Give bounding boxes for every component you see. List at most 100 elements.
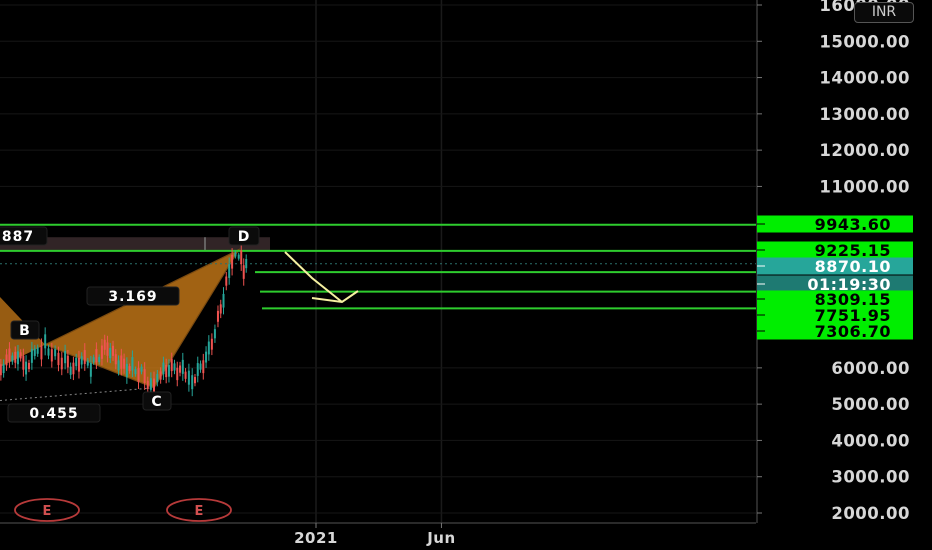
candle-body — [103, 339, 106, 350]
candle-body — [66, 355, 69, 368]
candle-body — [228, 264, 231, 278]
candle-body — [2, 363, 5, 374]
candle-body — [72, 362, 75, 375]
candle-body — [123, 358, 126, 369]
y-tick-label-10: 2000.00 — [831, 504, 910, 523]
x-tick-label-0: 2021 — [294, 529, 338, 547]
candle-body — [131, 357, 134, 371]
currency-button[interactable]: INR — [854, 2, 914, 23]
candle-body — [16, 351, 19, 365]
candle-body — [98, 356, 101, 363]
candle-body — [40, 345, 43, 360]
candle-body — [191, 375, 194, 390]
candle-body — [207, 341, 210, 355]
candle-body — [187, 370, 190, 385]
candle-body — [33, 348, 36, 356]
candle-body — [77, 357, 80, 372]
y-tick-label-4: 12000.00 — [819, 141, 910, 160]
candle-body — [64, 350, 67, 364]
candle-body — [30, 348, 33, 363]
candle-body — [109, 348, 112, 359]
candle-body — [196, 363, 199, 376]
label-point-b: B — [19, 323, 31, 339]
label-ratio-abc: 0.455 — [29, 406, 78, 422]
candle-body — [153, 378, 155, 393]
label-ratio-bcd: 3.169 — [108, 289, 157, 305]
candle-body — [179, 365, 182, 373]
candle-body — [216, 310, 219, 322]
candle-body — [128, 366, 131, 372]
candle-body — [210, 338, 213, 350]
projection-arrow — [284, 251, 359, 304]
price-tag-0: 9943.60 — [815, 215, 891, 234]
candle-body — [137, 368, 140, 383]
candle-body — [181, 359, 184, 374]
y-tick-label-1: 15000.00 — [819, 32, 910, 51]
candle-body — [176, 367, 179, 381]
candle-body — [83, 350, 86, 364]
candle-body — [22, 355, 25, 370]
label-ratio-xab: 887 — [2, 229, 34, 245]
candle-body — [75, 357, 78, 367]
candle-body — [11, 355, 14, 362]
candle-body — [47, 348, 50, 356]
candle-body — [205, 351, 208, 363]
candle-body — [143, 369, 146, 383]
candle-body — [106, 342, 109, 356]
candle-body — [100, 345, 103, 359]
candle-body — [25, 361, 28, 375]
candle-body — [199, 363, 202, 370]
candle-body — [114, 354, 117, 365]
candle-body — [54, 349, 57, 357]
chart: BCD3.1690.455887 EE 16000.0015000.001400… — [0, 0, 913, 547]
candle-body — [44, 334, 47, 349]
candle-body — [167, 365, 170, 377]
candle-body — [225, 276, 228, 286]
event-marker-label-0: E — [43, 504, 52, 519]
candle-body — [213, 329, 216, 339]
candle-body — [184, 371, 187, 379]
candle-body — [69, 366, 72, 375]
candle-body — [149, 378, 152, 390]
arrow-shaft — [284, 251, 343, 303]
candle-body — [19, 352, 22, 359]
pattern-ratio-line — [0, 387, 155, 402]
price-tag-2: 8870.10 — [815, 257, 891, 276]
candle-body — [170, 358, 173, 372]
candle-body — [95, 349, 98, 363]
grid — [0, 0, 758, 524]
candle-body — [240, 250, 243, 265]
candle-body — [193, 377, 196, 384]
candle-body — [222, 293, 225, 308]
candle-body — [159, 371, 162, 380]
label-point-d: D — [238, 229, 251, 245]
label-point-c: C — [151, 394, 162, 410]
y-tick-label-7: 5000.00 — [831, 395, 910, 414]
candle-body — [140, 366, 143, 372]
candle-body — [50, 349, 53, 362]
candle-body — [165, 364, 168, 378]
candle-body — [237, 254, 240, 259]
candle-body — [156, 374, 159, 383]
y-tick-label-3: 13000.00 — [819, 105, 910, 124]
y-tick-label-6: 6000.00 — [831, 359, 910, 378]
y-tick-label-9: 3000.00 — [831, 468, 910, 487]
candle-body — [162, 362, 165, 375]
candle-body — [5, 354, 8, 366]
candle-body — [14, 351, 17, 363]
candle-body — [202, 360, 205, 374]
event-markers: EE — [14, 498, 232, 522]
y-tick-label-5: 11000.00 — [819, 177, 910, 196]
time-axis: 2021 Jun — [294, 523, 455, 547]
candle-body — [60, 357, 63, 370]
candle-body — [80, 356, 83, 365]
candle-body — [92, 357, 95, 363]
candle-body — [242, 265, 245, 279]
y-tick-label-2: 14000.00 — [819, 69, 910, 88]
candle-body — [219, 304, 222, 314]
candle-body — [86, 360, 89, 366]
candle-body — [36, 347, 39, 354]
candle-body — [231, 254, 234, 269]
x-tick-label-1: Jun — [426, 529, 455, 547]
candle-body — [117, 360, 120, 371]
